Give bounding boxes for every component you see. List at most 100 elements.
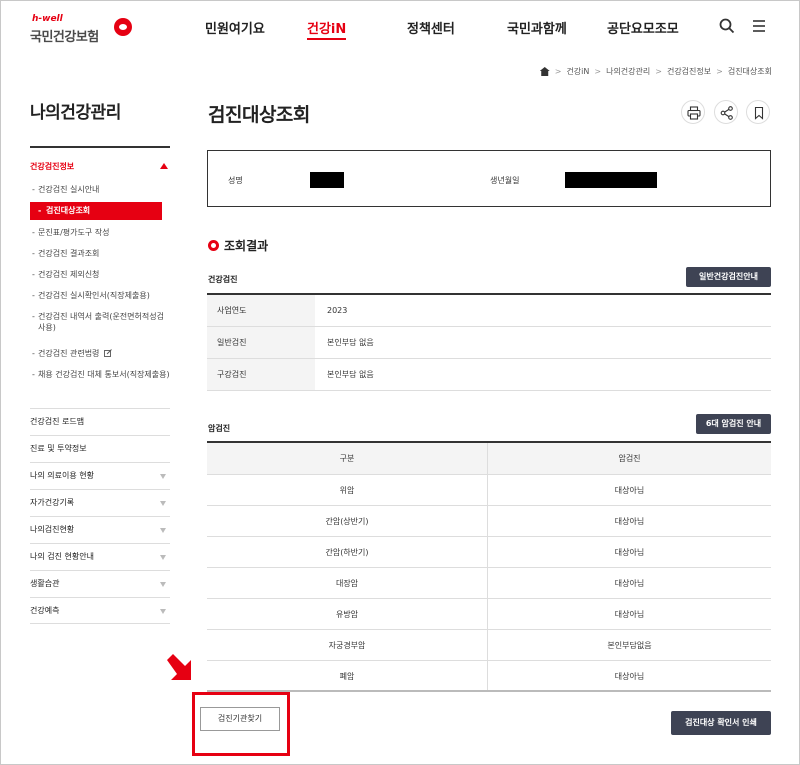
chevron-down-icon bbox=[160, 474, 166, 479]
sidebar-group-checkup-info[interactable]: 건강검진정보 bbox=[30, 161, 170, 172]
table-row: 폐암 대상아님 bbox=[207, 661, 771, 692]
breadcrumb: > 건강iN > 나의건강관리 > 건강검진정보 > 검진대상조회 bbox=[539, 66, 772, 77]
table-cell: 위암 bbox=[207, 475, 488, 505]
nav-item-health-in[interactable]: 건강iN bbox=[307, 18, 347, 40]
print-confirmation-button[interactable]: 검진대상 확인서 인쇄 bbox=[671, 711, 771, 735]
table-row: 유방암 대상아님 bbox=[207, 599, 771, 630]
user-info-box: 성명 생년월일 bbox=[207, 150, 771, 207]
sidebar-item-target-lookup[interactable]: 검진대상조회 bbox=[30, 202, 162, 220]
table-value: 본인부담 없음 bbox=[327, 370, 374, 379]
sidebar-item-roadmap[interactable]: 건강검진 로드맵 bbox=[30, 408, 170, 435]
table-key: 구강검진 bbox=[207, 359, 315, 390]
table-cell: 대상아님 bbox=[614, 610, 645, 619]
sidebar-item-prediction[interactable]: 건강예측 bbox=[30, 597, 170, 624]
nav-item-policy[interactable]: 정책센터 bbox=[407, 18, 455, 37]
share-button[interactable] bbox=[714, 100, 738, 124]
table-cell: 자궁경부암 bbox=[207, 630, 488, 660]
table-header-row: 구분 암검진 bbox=[207, 443, 771, 475]
sidebar-item-label: 나의검진현황 bbox=[30, 525, 75, 534]
print-button[interactable] bbox=[681, 100, 705, 124]
table-row: 일반검진 본인부담 없음 bbox=[207, 327, 771, 359]
column-header: 구분 bbox=[207, 443, 488, 474]
table-key: 사업연도 bbox=[207, 295, 315, 326]
nav-item-about[interactable]: 공단요모조모 bbox=[607, 18, 679, 37]
sidebar-title: 나의건강관리 bbox=[30, 103, 121, 123]
table-row: 간암(하반기) 대상아님 bbox=[207, 537, 771, 568]
chevron-down-icon bbox=[160, 582, 166, 587]
table-cell: 대상아님 bbox=[614, 486, 645, 495]
column-header: 암검진 bbox=[618, 454, 641, 463]
collapse-up-icon bbox=[160, 163, 168, 169]
nav-item-together[interactable]: 국민과함께 bbox=[507, 18, 567, 37]
table-cell: 본인부담없음 bbox=[607, 641, 652, 650]
sidebar-item-confirmation[interactable]: 건강검진 실시확인서(직장제출용) bbox=[32, 290, 170, 301]
chevron-down-icon bbox=[160, 609, 166, 614]
table-row: 간암(상반기) 대상아님 bbox=[207, 506, 771, 537]
sidebar-item-my-checkup[interactable]: 나의검진현황 bbox=[30, 516, 170, 543]
sidebar-item-questionnaire[interactable]: 문진표/평가도구 작성 bbox=[32, 227, 170, 238]
breadcrumb-item[interactable]: 나의건강관리 bbox=[606, 66, 650, 77]
main-nav: 민원여기요 건강iN 정책센터 국민과함께 공단요모조모 bbox=[0, 18, 800, 42]
sidebar-group-label: 건강검진정보 bbox=[30, 162, 75, 171]
sidebar-item-medical-usage[interactable]: 나의 의료이용 현황 bbox=[30, 462, 170, 489]
breadcrumb-item: 검진대상조회 bbox=[727, 67, 772, 76]
sidebar-item-label: 생활습관 bbox=[30, 579, 60, 588]
sidebar-item-label: 건강예측 bbox=[30, 606, 60, 615]
sidebar-item-treatment[interactable]: 진료 및 투약정보 bbox=[30, 435, 170, 462]
sidebar-item-result[interactable]: 건강검진 결과조회 bbox=[32, 248, 170, 259]
table-value: 2023 bbox=[327, 306, 348, 315]
external-link-icon bbox=[104, 349, 112, 357]
sidebar-item-history-print[interactable]: 건강검진 내역서 출력(운전면허적성검사용) bbox=[32, 311, 170, 333]
bookmark-icon bbox=[754, 106, 764, 120]
nav-item-minwon[interactable]: 민원여기요 bbox=[205, 18, 265, 37]
breadcrumb-item[interactable]: 건강검진정보 bbox=[667, 66, 711, 77]
sidebar-item-checkup-guide[interactable]: 건강검진 실시안내 bbox=[32, 184, 170, 195]
general-checkup-guide-button[interactable]: 일반건강검진안내 bbox=[686, 267, 771, 287]
sidebar-item-lifestyle[interactable]: 생활습관 bbox=[30, 570, 170, 597]
sidebar-item-checkup-status[interactable]: 나의 검진 현황안내 bbox=[30, 543, 170, 570]
search-icon[interactable] bbox=[719, 18, 735, 34]
printer-icon bbox=[687, 106, 701, 120]
result-section-title: 조회결과 bbox=[208, 237, 268, 254]
sidebar-divider bbox=[30, 146, 170, 148]
table-row: 사업연도 2023 bbox=[207, 295, 771, 327]
chevron-down-icon bbox=[160, 555, 166, 560]
cancer-checkup-table: 구분 암검진 위암 대상아님 간암(상반기) 대상아님 간암(하반기) 대상아님 대장… bbox=[207, 441, 771, 692]
sidebar-item-label: 건강검진 관련법령 bbox=[38, 349, 100, 358]
pointer-arrow-icon bbox=[167, 654, 191, 680]
sidebar-item-label: 진료 및 투약정보 bbox=[30, 444, 87, 453]
table-value: 본인부담 없음 bbox=[327, 338, 374, 347]
sidebar-item-label: 자가건강기록 bbox=[30, 498, 75, 507]
table-cell: 폐암 bbox=[207, 661, 488, 690]
highlight-box bbox=[192, 692, 290, 756]
sidebar-item-hiring-notice[interactable]: 채용 건강검진 대체 통보서(직장제출용) bbox=[32, 369, 170, 380]
cancer-checkup-guide-button[interactable]: 6대 암검진 안내 bbox=[696, 414, 771, 434]
redacted-name bbox=[310, 172, 344, 188]
table-cell: 대상아님 bbox=[614, 548, 645, 557]
sidebar-item-laws[interactable]: 건강검진 관련법령 bbox=[32, 348, 170, 359]
sidebar-item-self-record[interactable]: 자가건강기록 bbox=[30, 489, 170, 516]
checkup-label: 건강검진 bbox=[208, 275, 238, 284]
table-cell: 대상아님 bbox=[614, 579, 645, 588]
table-cell: 대상아님 bbox=[614, 672, 645, 681]
table-cell: 간암(상반기) bbox=[207, 506, 488, 536]
result-title-text: 조회결과 bbox=[224, 239, 269, 253]
chevron-down-icon bbox=[160, 501, 166, 506]
page-title: 검진대상조회 bbox=[208, 104, 310, 126]
cancer-checkup-label: 암검진 bbox=[208, 424, 231, 433]
redacted-birthdate bbox=[565, 172, 657, 188]
table-row: 위암 대상아님 bbox=[207, 475, 771, 506]
sidebar-item-label: 나의 의료이용 현황 bbox=[30, 471, 94, 480]
table-cell: 유방암 bbox=[207, 599, 488, 629]
sidebar-item-exclusion[interactable]: 건강검진 제외신청 bbox=[32, 269, 170, 280]
table-key: 일반검진 bbox=[207, 327, 315, 358]
menu-icon[interactable] bbox=[751, 18, 767, 34]
birth-label: 생년월일 bbox=[490, 176, 520, 185]
sidebar-item-label: 나의 검진 현황안내 bbox=[30, 552, 94, 561]
location-pin-icon bbox=[208, 240, 219, 251]
table-cell: 간암(하반기) bbox=[207, 537, 488, 567]
sidebar-item-label: 건강검진 로드맵 bbox=[30, 417, 85, 426]
bookmark-button[interactable] bbox=[746, 100, 770, 124]
breadcrumb-item[interactable]: 건강iN bbox=[566, 66, 589, 77]
home-icon[interactable] bbox=[539, 67, 550, 76]
